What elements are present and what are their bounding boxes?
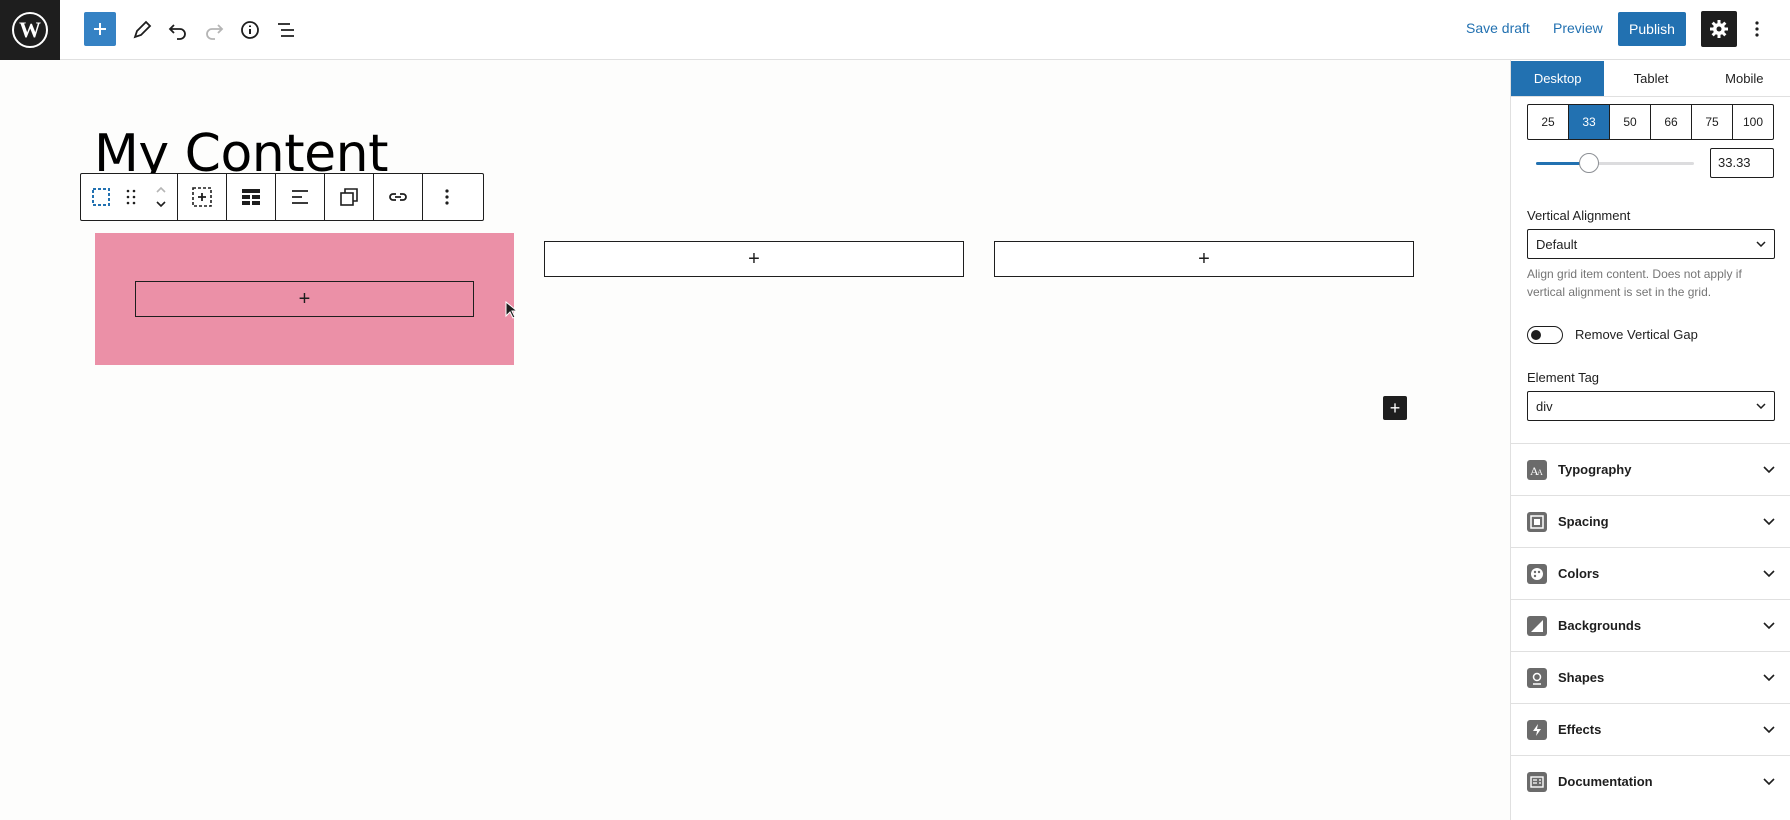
panel-backgrounds[interactable]: Backgrounds: [1511, 599, 1790, 651]
grid-item-icon[interactable]: [178, 174, 226, 220]
save-draft-button[interactable]: Save draft: [1466, 20, 1530, 36]
add-block-button[interactable]: [84, 12, 116, 46]
preview-button[interactable]: Preview: [1553, 20, 1603, 36]
chevron-down-icon: [1763, 465, 1775, 473]
editor-header: W Save draft Preview Publish: [0, 0, 1790, 60]
move-up-down-icon[interactable]: [145, 174, 177, 220]
options-group: [423, 174, 471, 220]
panel-label: Shapes: [1558, 670, 1605, 685]
layout-group: [227, 174, 276, 220]
typography-icon: AA: [1527, 459, 1547, 480]
block-toolbar: [80, 173, 484, 221]
copy-style-icon[interactable]: [325, 174, 373, 220]
width-preset-buttons: 25 33 50 66 75 100: [1527, 104, 1774, 140]
more-options-icon[interactable]: [1747, 12, 1767, 46]
link-group: [374, 174, 423, 220]
width-number-input[interactable]: 33.33: [1710, 148, 1774, 178]
device-tabs: Desktop Tablet Mobile: [1511, 61, 1790, 97]
block-options-icon[interactable]: [423, 174, 471, 220]
vertical-alignment-select[interactable]: Default: [1527, 229, 1775, 259]
block-appender-button[interactable]: +: [994, 241, 1414, 277]
block-parent-group: [81, 174, 178, 220]
width-preset-75[interactable]: 75: [1692, 105, 1733, 139]
width-slider[interactable]: [1536, 153, 1694, 173]
documentation-icon: [1527, 771, 1547, 792]
remove-vertical-gap-toggle[interactable]: [1527, 326, 1563, 344]
chevron-down-icon: [1763, 777, 1775, 785]
chevron-down-icon: [1756, 403, 1766, 409]
list-view-icon[interactable]: [268, 12, 304, 48]
panel-spacing[interactable]: Spacing: [1511, 495, 1790, 547]
chevron-down-icon: [1763, 569, 1775, 577]
lightning-icon: [1527, 719, 1547, 740]
shapes-icon: [1527, 667, 1547, 688]
drag-handle-icon[interactable]: [117, 174, 145, 220]
svg-text:A: A: [1537, 468, 1543, 476]
block-appender-button[interactable]: +: [544, 241, 964, 277]
width-preset-50[interactable]: 50: [1610, 105, 1651, 139]
info-icon[interactable]: [232, 12, 268, 48]
element-tag-label: Element Tag: [1527, 370, 1600, 385]
element-tag-select[interactable]: div: [1527, 391, 1775, 421]
align-group: [276, 174, 325, 220]
spacing-icon: [1527, 511, 1547, 532]
chevron-down-icon: [1756, 241, 1766, 247]
element-tag-value: div: [1536, 398, 1553, 414]
link-icon[interactable]: [374, 174, 422, 220]
tab-mobile[interactable]: Mobile: [1698, 61, 1790, 96]
panel-label: Spacing: [1558, 514, 1609, 529]
inline-add-block-button[interactable]: +: [1383, 396, 1407, 420]
width-preset-66[interactable]: 66: [1651, 105, 1692, 139]
panel-label: Documentation: [1558, 774, 1653, 789]
tab-tablet[interactable]: Tablet: [1604, 61, 1697, 96]
panel-colors[interactable]: Colors: [1511, 547, 1790, 599]
settings-sidebar: Desktop Tablet Mobile 25 33 50 66 75 100…: [1510, 60, 1790, 820]
panel-documentation[interactable]: Documentation: [1511, 755, 1790, 807]
panel-shapes[interactable]: Shapes: [1511, 651, 1790, 703]
block-type-group: [178, 174, 227, 220]
remove-vertical-gap-label: Remove Vertical Gap: [1575, 327, 1698, 342]
wordpress-logo-icon[interactable]: W: [0, 0, 60, 60]
undo-icon[interactable]: [160, 12, 196, 48]
chevron-down-icon: [1763, 621, 1775, 629]
publish-button[interactable]: Publish: [1618, 12, 1686, 46]
toggle-knob: [1531, 330, 1541, 340]
mouse-cursor-icon: [505, 300, 519, 324]
panel-effects[interactable]: Effects: [1511, 703, 1790, 755]
width-preset-100[interactable]: 100: [1733, 105, 1773, 139]
block-select-icon[interactable]: [85, 174, 117, 220]
tab-desktop[interactable]: Desktop: [1511, 61, 1605, 96]
panel-label: Effects: [1558, 722, 1602, 737]
chevron-down-icon: [1763, 725, 1775, 733]
panel-label: Typography: [1558, 462, 1632, 477]
svg-text:W: W: [19, 17, 41, 42]
pencil-tools-icon[interactable]: [124, 12, 160, 48]
table-layout-icon[interactable]: [227, 174, 275, 220]
chevron-down-icon: [1763, 673, 1775, 681]
vertical-alignment-value: Default: [1536, 236, 1578, 252]
vertical-alignment-label: Vertical Alignment: [1527, 208, 1631, 223]
width-preset-33[interactable]: 33: [1569, 105, 1610, 139]
panel-label: Colors: [1558, 566, 1600, 581]
block-appender-button[interactable]: +: [135, 281, 474, 317]
align-left-icon[interactable]: [276, 174, 324, 220]
panel-label: Backgrounds: [1558, 618, 1642, 633]
width-preset-25[interactable]: 25: [1528, 105, 1569, 139]
chevron-down-icon: [1763, 517, 1775, 525]
redo-icon[interactable]: [196, 12, 232, 48]
panel-typography[interactable]: AA Typography: [1511, 443, 1790, 495]
palette-icon: [1527, 563, 1547, 584]
background-icon: [1527, 615, 1547, 636]
settings-gear-icon[interactable]: [1701, 11, 1737, 47]
width-slider-thumb[interactable]: [1578, 153, 1599, 173]
vertical-alignment-help: Align grid item content. Does not apply …: [1527, 267, 1742, 299]
copy-group: [325, 174, 374, 220]
